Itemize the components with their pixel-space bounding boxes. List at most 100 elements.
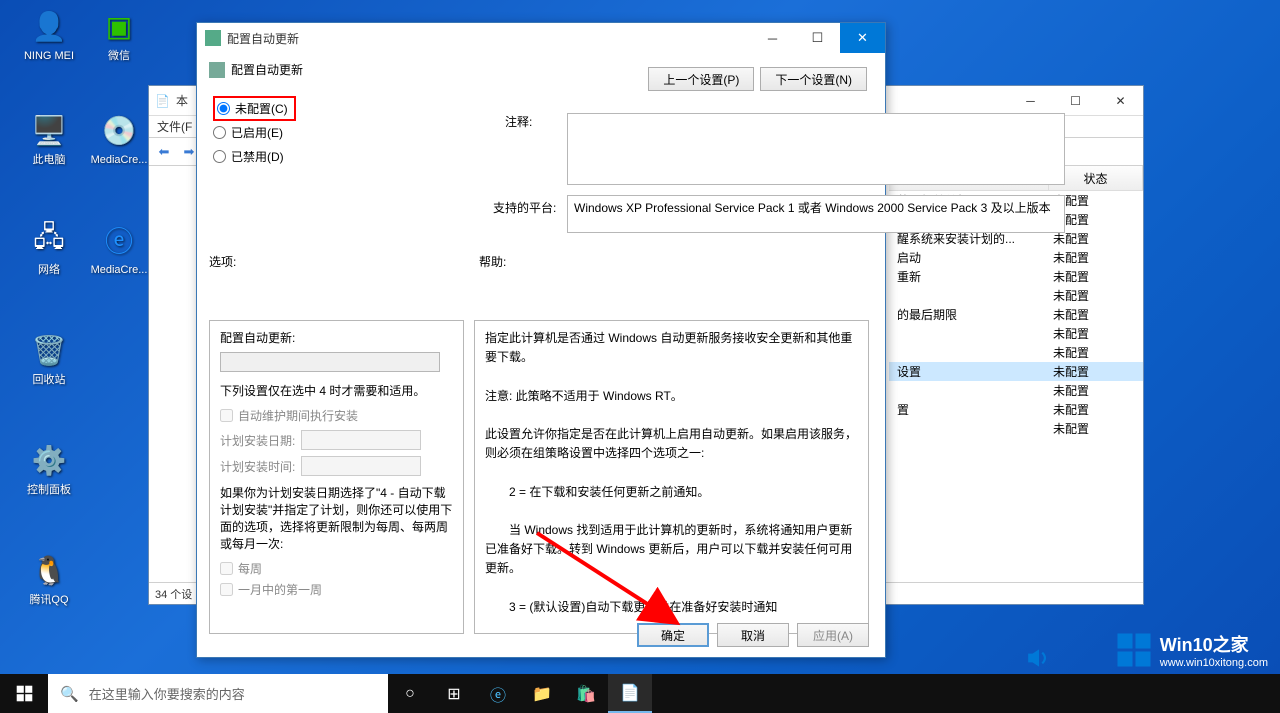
radio-enabled[interactable] — [213, 126, 226, 139]
first-week-label: 一月中的第一周 — [238, 581, 322, 598]
minimize-button[interactable]: ─ — [1008, 86, 1053, 116]
computer-icon: 🖥️ — [29, 110, 69, 150]
dialog-close-button[interactable]: ✕ — [840, 23, 885, 53]
search-placeholder: 在这里输入你要搜索的内容 — [89, 684, 245, 703]
install-day-label: 计划安装日期: — [220, 432, 295, 449]
explorer-icon[interactable]: 📁 — [520, 674, 564, 713]
radio-not-configured[interactable] — [217, 102, 230, 115]
list-item[interactable]: 启动未配置 — [889, 248, 1143, 267]
radio-not-configured-label: 未配置(C) — [235, 100, 288, 117]
help-p5: 当 Windows 找到适用于此计算机的更新时，系统将通知用户更新已准备好下载。… — [485, 521, 858, 579]
apply-button[interactable]: 应用(A) — [797, 623, 869, 647]
recycle-icon: 🗑️ — [29, 330, 69, 370]
comment-textarea[interactable] — [567, 113, 1065, 185]
radio-disabled-label: 已禁用(D) — [231, 148, 284, 165]
desktop-icon-user[interactable]: 👤NING MEI — [14, 6, 84, 63]
help-panel: 指定此计算机是否通过 Windows 自动更新服务接收安全更新和其他重要下载。 … — [474, 320, 869, 634]
desktop-icon-network[interactable]: 🖧网络 — [14, 220, 84, 277]
list-item[interactable]: 未配置 — [889, 343, 1143, 362]
maximize-button[interactable]: ☐ — [1053, 86, 1098, 116]
help-p4: 2 = 在下载和安装任何更新之前通知。 — [485, 483, 858, 502]
platform-label: 支持的平台: — [493, 199, 556, 216]
taskbar: 🔍 在这里输入你要搜索的内容 ○ ⊞ ⓔ 📁 🛍️ 📄 — [0, 674, 1280, 713]
network-icon: 🖧 — [29, 220, 69, 260]
gpedit-taskbar-icon[interactable]: 📄 — [608, 674, 652, 713]
dialog-minimize-button[interactable]: ─ — [750, 23, 795, 53]
next-setting-button[interactable]: 下一个设置(N) — [760, 67, 867, 91]
gpedit-title: 本 — [176, 92, 188, 109]
list-item[interactable]: 置未配置 — [889, 400, 1143, 419]
platform-textarea[interactable]: Windows XP Professional Service Pack 1 或… — [567, 195, 1065, 233]
store-icon[interactable]: 🛍️ — [564, 674, 608, 713]
list-item[interactable]: 的最后期限未配置 — [889, 305, 1143, 324]
taskbar-search[interactable]: 🔍 在这里输入你要搜索的内容 — [48, 674, 388, 713]
media-icon: 💿 — [99, 110, 139, 150]
policy-icon — [205, 30, 221, 46]
desktop-icon-control[interactable]: ⚙️控制面板 — [14, 440, 84, 497]
list-item[interactable]: 未配置 — [889, 286, 1143, 305]
comment-label: 注释: — [505, 113, 532, 130]
policy-small-icon — [209, 62, 225, 78]
install-time-label: 计划安装时间: — [220, 458, 295, 475]
close-button[interactable]: ✕ — [1098, 86, 1143, 116]
list-item[interactable]: 未配置 — [889, 419, 1143, 438]
first-week-checkbox — [220, 583, 233, 596]
dialog-subtitle: 配置自动更新 — [231, 61, 303, 78]
install-time-combo[interactable] — [301, 456, 421, 476]
control-panel-icon: ⚙️ — [29, 440, 69, 480]
dialog-title: 配置自动更新 — [227, 30, 299, 47]
desktop-icon-qq[interactable]: 🐧腾讯QQ — [14, 550, 84, 607]
search-icon: 🔍 — [60, 685, 79, 703]
desktop-icon-thispc[interactable]: 🖥️此电脑 — [14, 110, 84, 167]
edge-icon[interactable]: ⓔ — [476, 674, 520, 713]
weekly-label: 每周 — [238, 560, 262, 577]
highlight-annotation: 未配置(C) — [213, 96, 296, 121]
previous-setting-button[interactable]: 上一个设置(P) — [648, 67, 754, 91]
help-label: 帮助: — [479, 253, 506, 270]
auto-maintenance-label: 自动维护期间执行安装 — [238, 407, 358, 424]
start-button[interactable] — [0, 674, 48, 713]
menu-file[interactable]: 文件(F — [157, 118, 192, 135]
list-item[interactable]: 未配置 — [889, 381, 1143, 400]
list-item[interactable]: 未配置 — [889, 324, 1143, 343]
dialog-maximize-button[interactable]: ☐ — [795, 23, 840, 53]
back-button[interactable]: ⬅ — [153, 141, 175, 163]
desktop-icon-wechat[interactable]: ▣微信 — [84, 6, 154, 63]
notepad-icon: 📄 — [155, 94, 170, 108]
help-p1: 指定此计算机是否通过 Windows 自动更新服务接收安全更新和其他重要下载。 — [485, 329, 858, 367]
radio-disabled[interactable] — [213, 150, 226, 163]
cortana-icon[interactable]: ○ — [388, 674, 432, 713]
watermark-url: www.win10xitong.com — [1160, 657, 1268, 669]
cancel-button[interactable]: 取消 — [717, 623, 789, 647]
qq-icon: 🐧 — [29, 550, 69, 590]
weekly-checkbox — [220, 562, 233, 575]
user-icon: 👤 — [29, 6, 69, 46]
platform-text: Windows XP Professional Service Pack 1 或… — [574, 201, 1051, 215]
radio-enabled-label: 已启用(E) — [231, 124, 283, 141]
ok-button[interactable]: 确定 — [637, 623, 709, 647]
update-mode-combo[interactable] — [220, 352, 440, 372]
taskview-icon[interactable]: ⊞ — [432, 674, 476, 713]
options-note: 下列设置仅在选中 4 时才需要和适用。 — [220, 382, 453, 399]
desktop-icon-recycle[interactable]: 🗑️回收站 — [14, 330, 84, 387]
list-item[interactable]: 重新未配置 — [889, 267, 1143, 286]
options-long-note: 如果你为计划安装日期选择了"4 - 自动下载计划安装"并指定了计划，则你还可以使… — [220, 484, 453, 552]
ie-icon: ⓔ — [99, 220, 139, 260]
wechat-icon: ▣ — [99, 6, 139, 46]
options-label: 选项: — [209, 253, 236, 270]
options-panel: 配置自动更新: 下列设置仅在选中 4 时才需要和适用。 自动维护期间执行安装 计… — [209, 320, 464, 634]
policy-dialog: 配置自动更新 ─ ☐ ✕ 配置自动更新 上一个设置(P) 下一个设置(N) 未配… — [196, 22, 886, 658]
desktop-icon-media1[interactable]: 💿MediaCre... — [84, 110, 154, 167]
watermark-title: Win10之家 — [1160, 631, 1268, 657]
list-item[interactable]: 设置未配置 — [889, 362, 1143, 381]
options-heading: 配置自动更新: — [220, 329, 453, 346]
auto-maintenance-checkbox — [220, 409, 233, 422]
help-p6: 3 = (默认设置)自动下载更新并在准备好安装时通知 — [485, 598, 858, 617]
desktop-icon-media2[interactable]: ⓔMediaCre... — [84, 220, 154, 277]
help-p2: 注意: 此策略不适用于 Windows RT。 — [485, 387, 858, 406]
help-p3: 此设置允许你指定是否在此计算机上启用自动更新。如果启用该服务，则必须在组策略设置… — [485, 425, 858, 463]
speaker-icon — [1026, 647, 1052, 669]
install-day-combo[interactable] — [301, 430, 421, 450]
watermark: Win10之家 www.win10xitong.com — [1116, 631, 1268, 669]
windows-logo-icon — [1116, 632, 1152, 668]
